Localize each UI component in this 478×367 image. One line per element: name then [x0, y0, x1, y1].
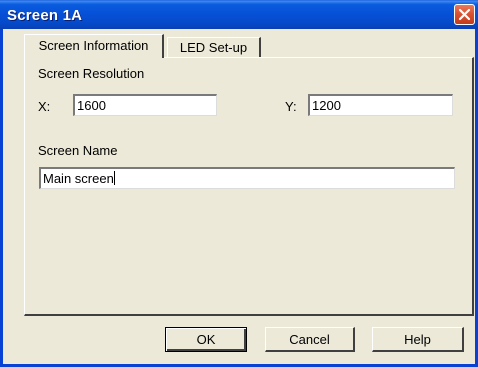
- close-button[interactable]: [454, 4, 475, 25]
- dialog-window: Screen 1A Screen Information LED Set-up …: [0, 0, 478, 367]
- x-resolution-value: 1600: [77, 98, 106, 113]
- cancel-button-label: Cancel: [289, 332, 330, 347]
- cancel-button[interactable]: Cancel: [265, 327, 355, 352]
- tab-screen-information[interactable]: Screen Information: [24, 34, 164, 58]
- y-resolution-value: 1200: [312, 98, 341, 113]
- screen-name-input[interactable]: Main screen: [39, 167, 455, 189]
- ok-button-label: OK: [196, 332, 216, 347]
- y-resolution-input[interactable]: 1200: [308, 94, 453, 116]
- help-button[interactable]: Help: [372, 327, 464, 352]
- x-resolution-input[interactable]: 1600: [73, 94, 217, 116]
- screen-name-value: Main screen: [43, 171, 114, 186]
- text-caret: [113, 171, 115, 185]
- tab-label: LED Set-up: [179, 40, 248, 55]
- close-icon: [458, 8, 471, 21]
- screen-resolution-label: Screen Resolution: [38, 66, 145, 81]
- x-label: X:: [38, 99, 51, 114]
- window-title: Screen 1A: [7, 7, 83, 24]
- title-bar[interactable]: Screen 1A: [0, 0, 478, 29]
- tab-label: Screen Information: [38, 38, 149, 53]
- screen-name-label: Screen Name: [38, 143, 118, 158]
- y-label: Y:: [285, 99, 297, 114]
- help-button-label: Help: [404, 332, 431, 347]
- ok-button[interactable]: OK: [165, 327, 247, 352]
- tab-led-setup[interactable]: LED Set-up: [167, 37, 261, 58]
